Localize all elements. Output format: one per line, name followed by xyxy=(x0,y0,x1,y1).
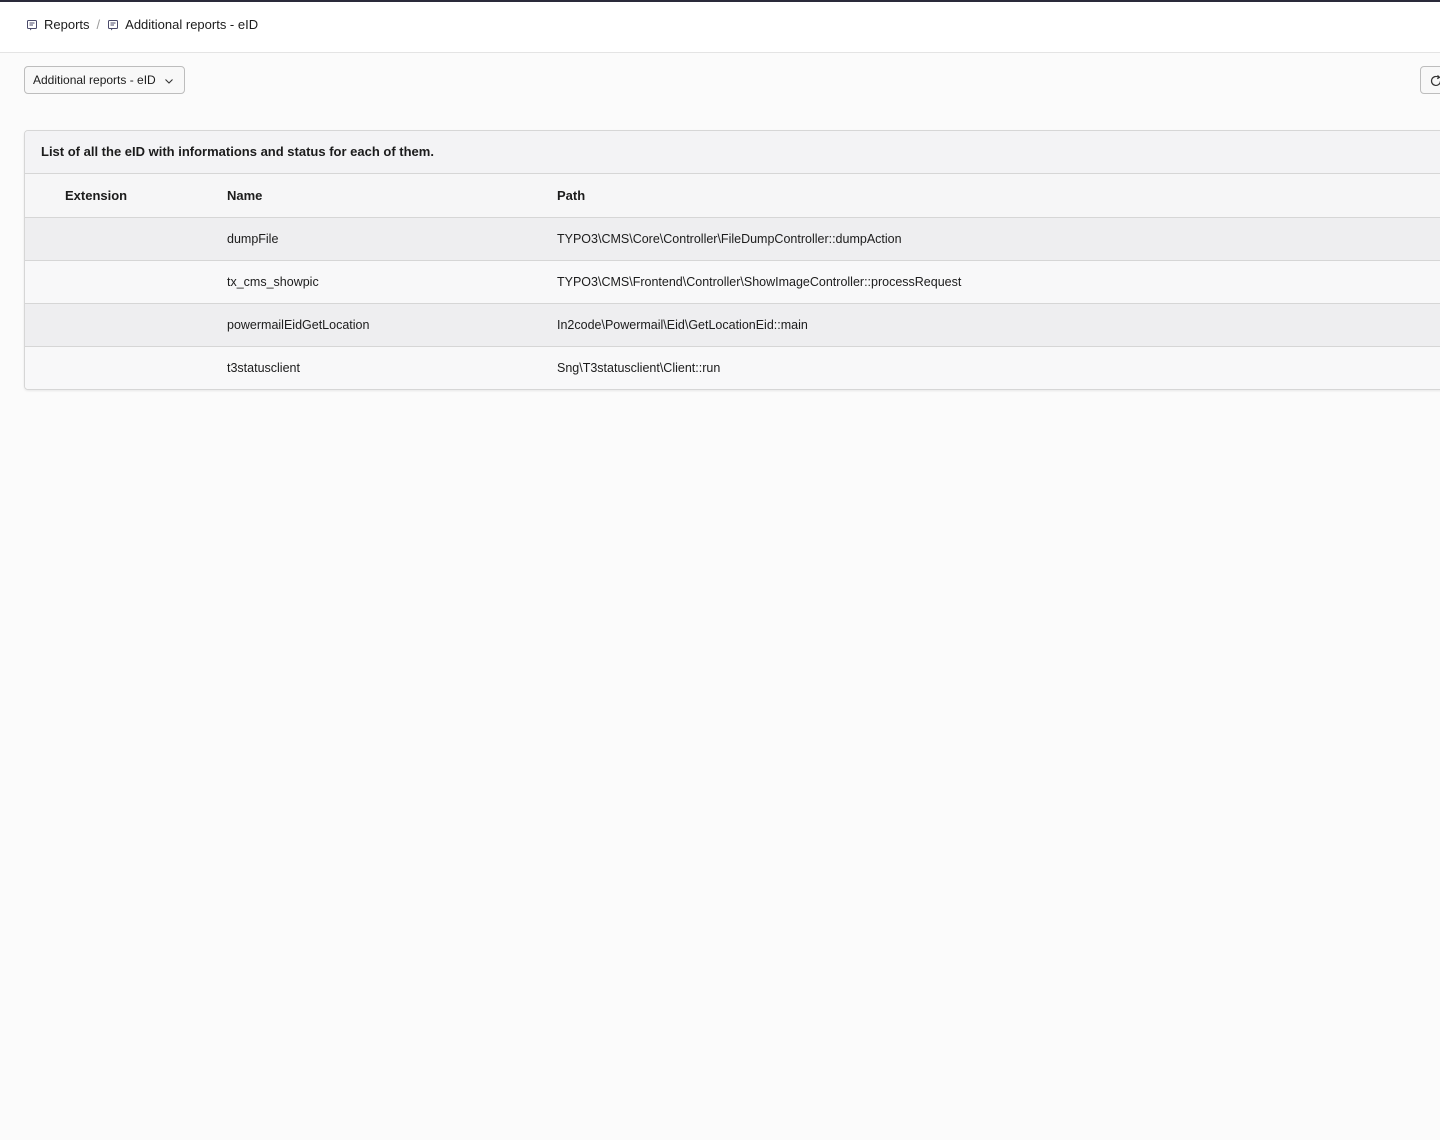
breadcrumb-separator: / xyxy=(96,17,101,32)
cell-extension xyxy=(25,346,227,389)
report-select-value: Additional reports - eID xyxy=(33,73,156,87)
cell-path: Sng\T3statusclient\Client::run xyxy=(557,346,1440,389)
module-toolbar: Additional reports - eID xyxy=(0,54,1440,106)
cell-name: powermailEidGetLocation xyxy=(227,303,557,347)
breadcrumb: Reports / Additional reports - eID xyxy=(26,17,258,32)
column-header-name: Name xyxy=(227,174,557,218)
cell-name: t3statusclient xyxy=(227,346,557,389)
panel-heading: List of all the eID with informations an… xyxy=(25,131,1440,174)
table-header-row: Extension Name Path xyxy=(25,174,1440,218)
module-docheader: Reports / Additional reports - eID xyxy=(0,2,1440,53)
breadcrumb-item-additional-reports-eid[interactable]: Additional reports - eID xyxy=(107,17,258,32)
cell-extension xyxy=(25,303,227,347)
breadcrumb-label: Additional reports - eID xyxy=(125,17,259,32)
table-row: dumpFile TYPO3\CMS\Core\Controller\FileD… xyxy=(25,217,1440,261)
column-header-extension: Extension xyxy=(25,174,227,218)
chevron-down-icon xyxy=(164,75,174,85)
cell-name: tx_cms_showpic xyxy=(227,260,557,304)
report-icon xyxy=(26,19,38,31)
eid-report-panel: List of all the eID with informations an… xyxy=(24,130,1440,390)
eid-table: Extension Name Path dumpFile TYPO3\CMS\C… xyxy=(25,174,1440,389)
table-row: tx_cms_showpic TYPO3\CMS\Frontend\Contro… xyxy=(25,260,1440,304)
cell-extension xyxy=(25,260,227,304)
report-select-dropdown[interactable]: Additional reports - eID xyxy=(24,66,185,94)
report-icon xyxy=(107,19,119,31)
cell-path: In2code\Powermail\Eid\GetLocationEid::ma… xyxy=(557,303,1440,347)
table-row: powermailEidGetLocation In2code\Powermai… xyxy=(25,303,1440,347)
cell-name: dumpFile xyxy=(227,217,557,261)
refresh-button[interactable] xyxy=(1420,66,1440,94)
table-row: t3statusclient Sng\T3statusclient\Client… xyxy=(25,346,1440,389)
breadcrumb-label: Reports xyxy=(44,17,90,32)
column-header-path: Path xyxy=(557,174,1440,218)
cell-path: TYPO3\CMS\Core\Controller\FileDumpContro… xyxy=(557,217,1440,261)
cell-extension xyxy=(25,217,227,261)
breadcrumb-item-reports[interactable]: Reports xyxy=(26,17,90,32)
refresh-icon xyxy=(1430,75,1440,87)
cell-path: TYPO3\CMS\Frontend\Controller\ShowImageC… xyxy=(557,260,1440,304)
